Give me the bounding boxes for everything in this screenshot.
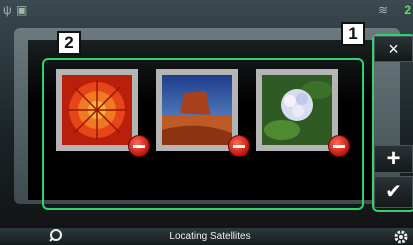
plus-icon: +: [386, 145, 401, 172]
usb-icon: ψ: [3, 3, 12, 17]
add-button[interactable]: +: [374, 145, 413, 173]
status-message: Locating Satellites: [169, 231, 251, 242]
device-icon: ▣: [16, 3, 28, 17]
wifi-icon: ≋: [378, 3, 389, 17]
checkmark-icon: ✔: [385, 181, 402, 203]
thumbnail-3[interactable]: [256, 69, 338, 151]
thumbnail-1[interactable]: [56, 69, 138, 151]
red-flower-image: [62, 75, 132, 145]
status-value: 2: [404, 3, 411, 17]
remove-thumbnail-1-button[interactable]: [128, 135, 150, 157]
remove-thumbnail-2-button[interactable]: [228, 135, 250, 157]
close-icon: ×: [388, 39, 399, 59]
callout-1: 1: [341, 22, 365, 46]
desert-butte-image: [162, 75, 232, 145]
remove-thumbnail-3-button[interactable]: [328, 135, 350, 157]
navigation-icon[interactable]: [46, 228, 66, 244]
confirm-button[interactable]: ✔: [374, 176, 413, 208]
status-bar: ψ ▣ ≋ 2: [0, 0, 413, 24]
close-button[interactable]: ×: [374, 36, 413, 62]
thumbnail-2[interactable]: [156, 69, 238, 151]
callout-2: 2: [57, 31, 81, 55]
white-flower-image: [262, 75, 332, 145]
settings-icon[interactable]: [392, 228, 410, 244]
